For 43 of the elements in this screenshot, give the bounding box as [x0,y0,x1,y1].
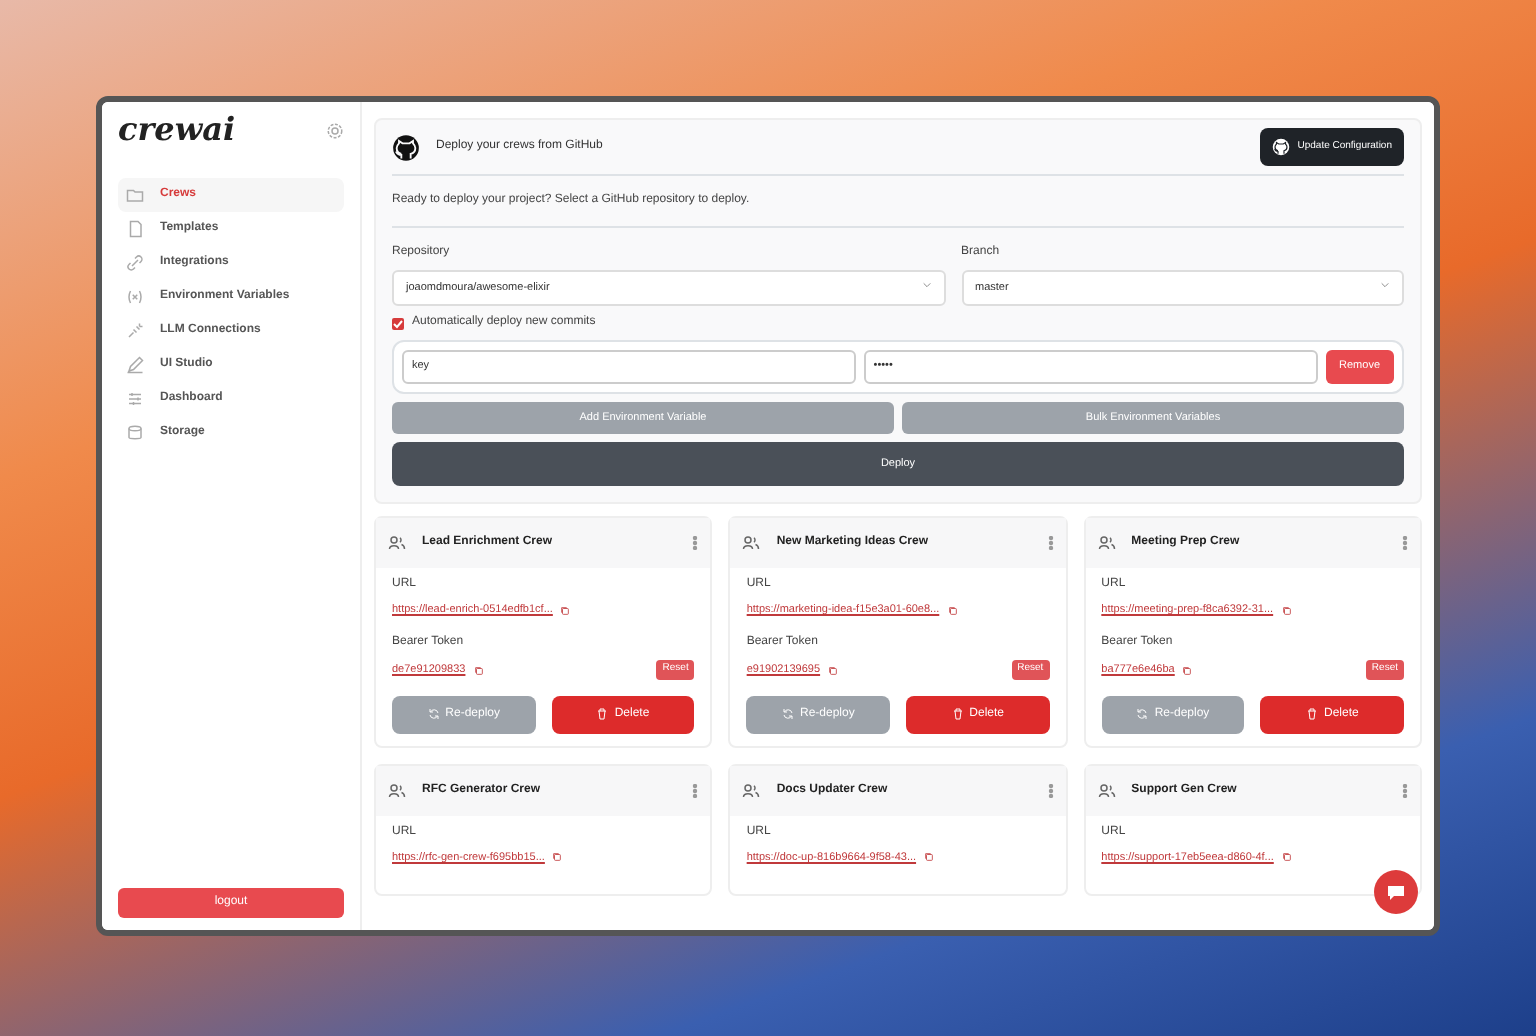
github-logo-icon [1271,138,1290,156]
kebab-menu-icon [692,536,699,550]
pencil-icon [126,356,144,374]
users-icon [742,781,761,800]
copy-icon [947,605,958,616]
kebab-menu-icon [1401,783,1408,798]
refresh-icon [427,708,440,721]
refresh-icon [1136,708,1149,721]
variable-icon [126,288,144,306]
chat-icon [1386,883,1406,901]
kebab-menu-icon [1047,536,1054,550]
kebab-menu-icon [1401,536,1408,550]
copy-icon [1281,852,1292,863]
document-icon [126,220,144,238]
gear-icon [326,121,344,139]
users-icon [1097,534,1116,552]
users-icon [388,534,406,552]
checkbox[interactable] [392,317,404,330]
copy-icon [552,852,563,863]
kebab-menu-icon [1047,783,1054,798]
copy-icon [473,665,484,675]
users-icon [742,534,761,552]
copy-icon [1281,605,1292,616]
users-icon [388,781,406,800]
plug-icon [126,322,144,340]
kebab-menu-icon [692,783,699,798]
chevron-down-icon [921,280,932,290]
database-icon [126,424,144,442]
trash-icon [596,708,609,721]
link-icon [126,254,144,272]
copy-icon [560,605,571,616]
github-logo-icon [392,133,420,161]
refresh-icon [781,708,794,721]
trash-icon [951,708,964,721]
copy-icon [924,852,935,863]
users-icon [1097,781,1116,800]
logo: crewai [118,114,236,146]
folder-icon [126,186,144,204]
trash-icon [1305,708,1318,721]
chevron-down-icon [1380,280,1390,290]
sliders-icon [126,390,144,408]
copy-icon [828,665,839,675]
copy-icon [1182,665,1193,675]
